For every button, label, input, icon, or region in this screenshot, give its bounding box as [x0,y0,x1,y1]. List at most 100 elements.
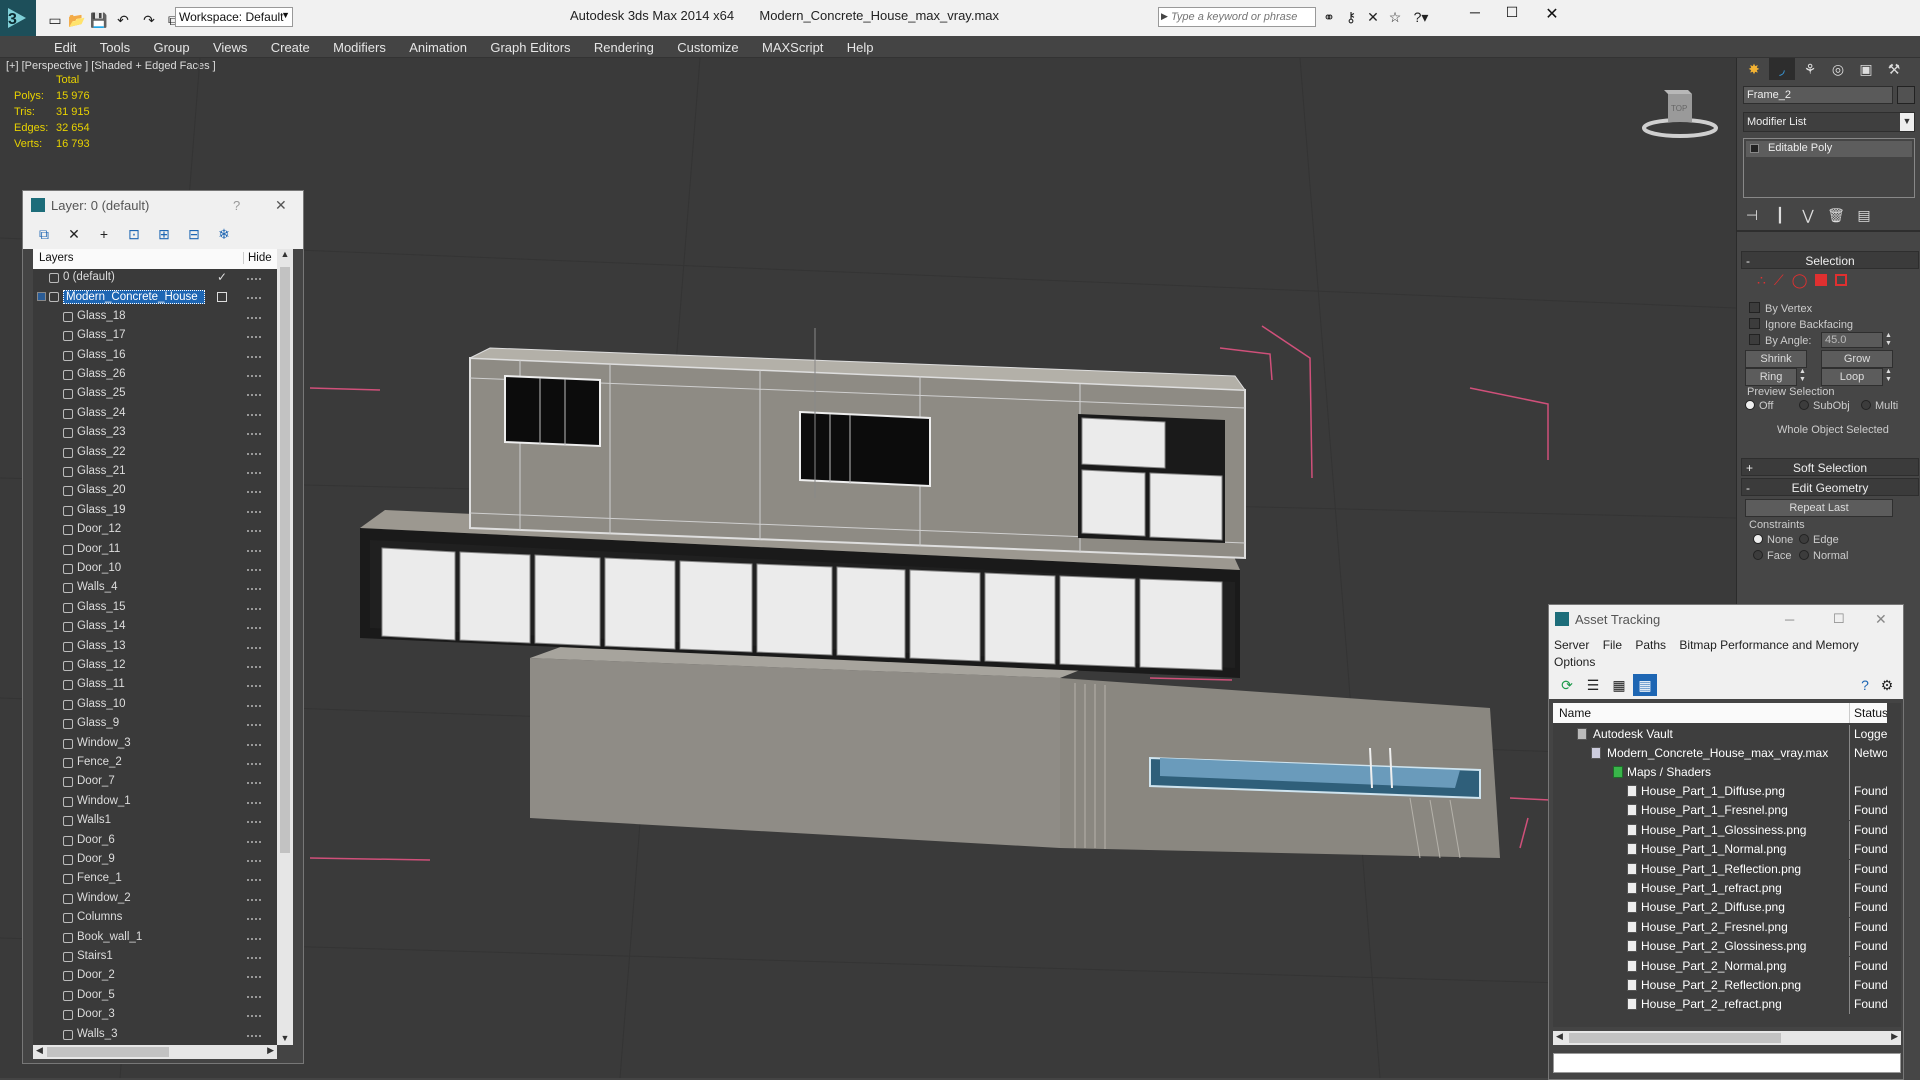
hide-toggle[interactable] [247,763,261,765]
refresh-icon[interactable]: ⟳ [1555,674,1579,696]
create-layer-icon[interactable]: ⧉ [31,223,57,245]
hide-toggle[interactable] [247,821,261,824]
collapse-icon[interactable] [37,292,46,302]
select-objects-icon[interactable]: ⊡ [121,223,147,245]
help-icon[interactable]: ? [1855,674,1875,696]
modify-tab-icon[interactable]: ◞ [1769,58,1795,80]
hide-toggle[interactable] [247,918,261,921]
list-view-icon[interactable]: ☰ [1581,674,1605,696]
layer-row[interactable]: Book_wall_1 [33,929,277,948]
layer-row[interactable]: Door_10 [33,560,277,579]
menu-create[interactable]: Create [261,36,320,58]
layer-row[interactable]: Window_1 [33,793,277,812]
asset-row-map[interactable]: House_Part_2_refract.png Found [1553,995,1901,1015]
by-angle-checkbox[interactable] [1749,334,1760,345]
table-view-icon[interactable]: ▦ [1633,674,1657,696]
hide-toggle[interactable] [247,569,261,571]
utilities-tab-icon[interactable]: ⚒ [1881,58,1907,80]
col-layers[interactable]: Layers [39,252,74,264]
app-logo[interactable]: 3 [0,0,36,36]
help-button[interactable]: ? [233,198,240,213]
menu-server[interactable]: Server [1554,638,1589,652]
layer-scrollbar-v[interactable]: ▲ ▼ [277,249,293,1045]
asset-scrollbar-h[interactable]: ◀ ▶ [1553,1031,1901,1045]
constraint-none-radio[interactable] [1753,534,1763,544]
search-box[interactable]: ▶ [1158,7,1316,27]
menu-group[interactable]: Group [143,36,199,58]
display-tab-icon[interactable]: ▣ [1853,58,1879,80]
modifier-list-dropdown[interactable]: Modifier List ▼ [1743,112,1915,132]
hide-toggle[interactable] [247,588,261,591]
menu-tools[interactable]: Tools [90,36,140,58]
hide-toggle[interactable] [247,510,261,513]
object-name-field[interactable]: Frame_2 [1743,86,1893,104]
scroll-up-icon[interactable]: ▲ [277,249,293,259]
layer-row[interactable]: Glass_14 [33,618,277,637]
asset-row-map[interactable]: House_Part_1_Glossiness.png Found [1553,820,1901,840]
add-to-layer-icon[interactable]: + [91,223,117,245]
close-button[interactable]: ✕ [275,197,287,214]
menu-customize[interactable]: Customize [667,36,748,58]
constraint-edge-radio[interactable] [1799,534,1809,544]
menu-file[interactable]: File [1603,638,1622,652]
layer-row[interactable]: Glass_10 [33,696,277,715]
object-color-swatch[interactable] [1897,86,1915,104]
preview-subobj-radio[interactable] [1799,400,1809,410]
col-hide[interactable]: Hide [243,252,272,264]
layer-row[interactable]: Glass_9 [33,715,277,734]
asset-row-map[interactable]: House_Part_1_Reflection.png Found [1553,859,1901,879]
grow-button[interactable]: Grow [1821,350,1893,368]
menu-maxscript[interactable]: MAXScript [752,36,833,58]
asset-row-map[interactable]: House_Part_2_Glossiness.png Found [1553,937,1901,957]
asset-row-map[interactable]: House_Part_1_Diffuse.png Found [1553,782,1901,801]
scroll-down-icon[interactable]: ▼ [277,1033,293,1043]
layer-row[interactable]: Glass_19 [33,502,277,521]
ring-spinner-icon[interactable]: ▲ ▼ [1799,368,1806,384]
layer-row[interactable]: Door_9 [33,851,277,870]
asset-path-field[interactable] [1553,1053,1901,1073]
search-input[interactable] [1171,9,1313,25]
layer-row[interactable]: Glass_26 [33,366,277,385]
hide-toggle[interactable] [247,530,261,533]
hide-toggle[interactable] [247,1034,261,1037]
configure-sets-icon[interactable]: ▤ [1855,204,1873,226]
hide-toggle[interactable] [247,879,261,882]
asset-row-map[interactable]: House_Part_2_Diffuse.png Found [1553,898,1901,918]
asset-row-map[interactable]: House_Part_2_Reflection.png Found [1553,976,1901,995]
open-file-icon[interactable]: 📂 [68,9,86,31]
layer-row[interactable]: Stairs1 [33,948,277,967]
layer-row[interactable]: Glass_24 [33,405,277,424]
key-icon[interactable]: ⚷ [1342,8,1360,26]
by-vertex-checkbox[interactable] [1749,302,1760,313]
stack-item[interactable]: Editable Poly [1746,141,1912,157]
soft-selection-rollout-header[interactable]: + Soft Selection [1741,458,1919,476]
menu-views[interactable]: Views [203,36,257,58]
asset-row-map[interactable]: House_Part_2_Normal.png Found [1553,956,1901,976]
layer-row-default[interactable]: ✓ 0 (default) [33,269,277,288]
ring-button[interactable]: Ring [1745,368,1797,386]
asset-row-map[interactable]: House_Part_1_Normal.png Found [1553,840,1901,860]
scroll-thumb[interactable] [280,267,290,853]
hide-toggle[interactable] [247,297,261,300]
hide-toggle[interactable] [247,355,261,358]
workspace-dropdown[interactable]: Workspace: Default ▼ [175,7,293,27]
hide-toggle[interactable] [247,743,261,746]
layer-row[interactable]: Glass_18 [33,308,277,327]
menu-bitmap-performance[interactable]: Bitmap Performance and Memory [1679,638,1858,652]
menu-help[interactable]: Help [837,36,884,58]
hide-toggle[interactable] [247,937,261,940]
hide-toggle[interactable] [247,549,261,552]
vertex-mode-icon[interactable]: ∴ [1757,272,1766,290]
asset-tracking-titlebar[interactable]: Asset Tracking ─ ☐ ✕ [1549,605,1903,633]
show-end-result-icon[interactable]: ┃ [1771,204,1789,226]
layer-row[interactable]: Glass_11 [33,676,277,695]
hide-toggle[interactable] [247,394,261,397]
hide-toggle[interactable] [247,724,261,727]
hide-toggle[interactable] [247,452,261,455]
menu-paths[interactable]: Paths [1635,638,1666,652]
angle-spinner[interactable]: 45.0 [1821,332,1883,348]
layer-row[interactable]: Door_12 [33,521,277,540]
layer-row[interactable]: Door_11 [33,541,277,560]
constraint-normal-radio[interactable] [1799,550,1809,560]
hide-toggle[interactable] [247,840,261,843]
